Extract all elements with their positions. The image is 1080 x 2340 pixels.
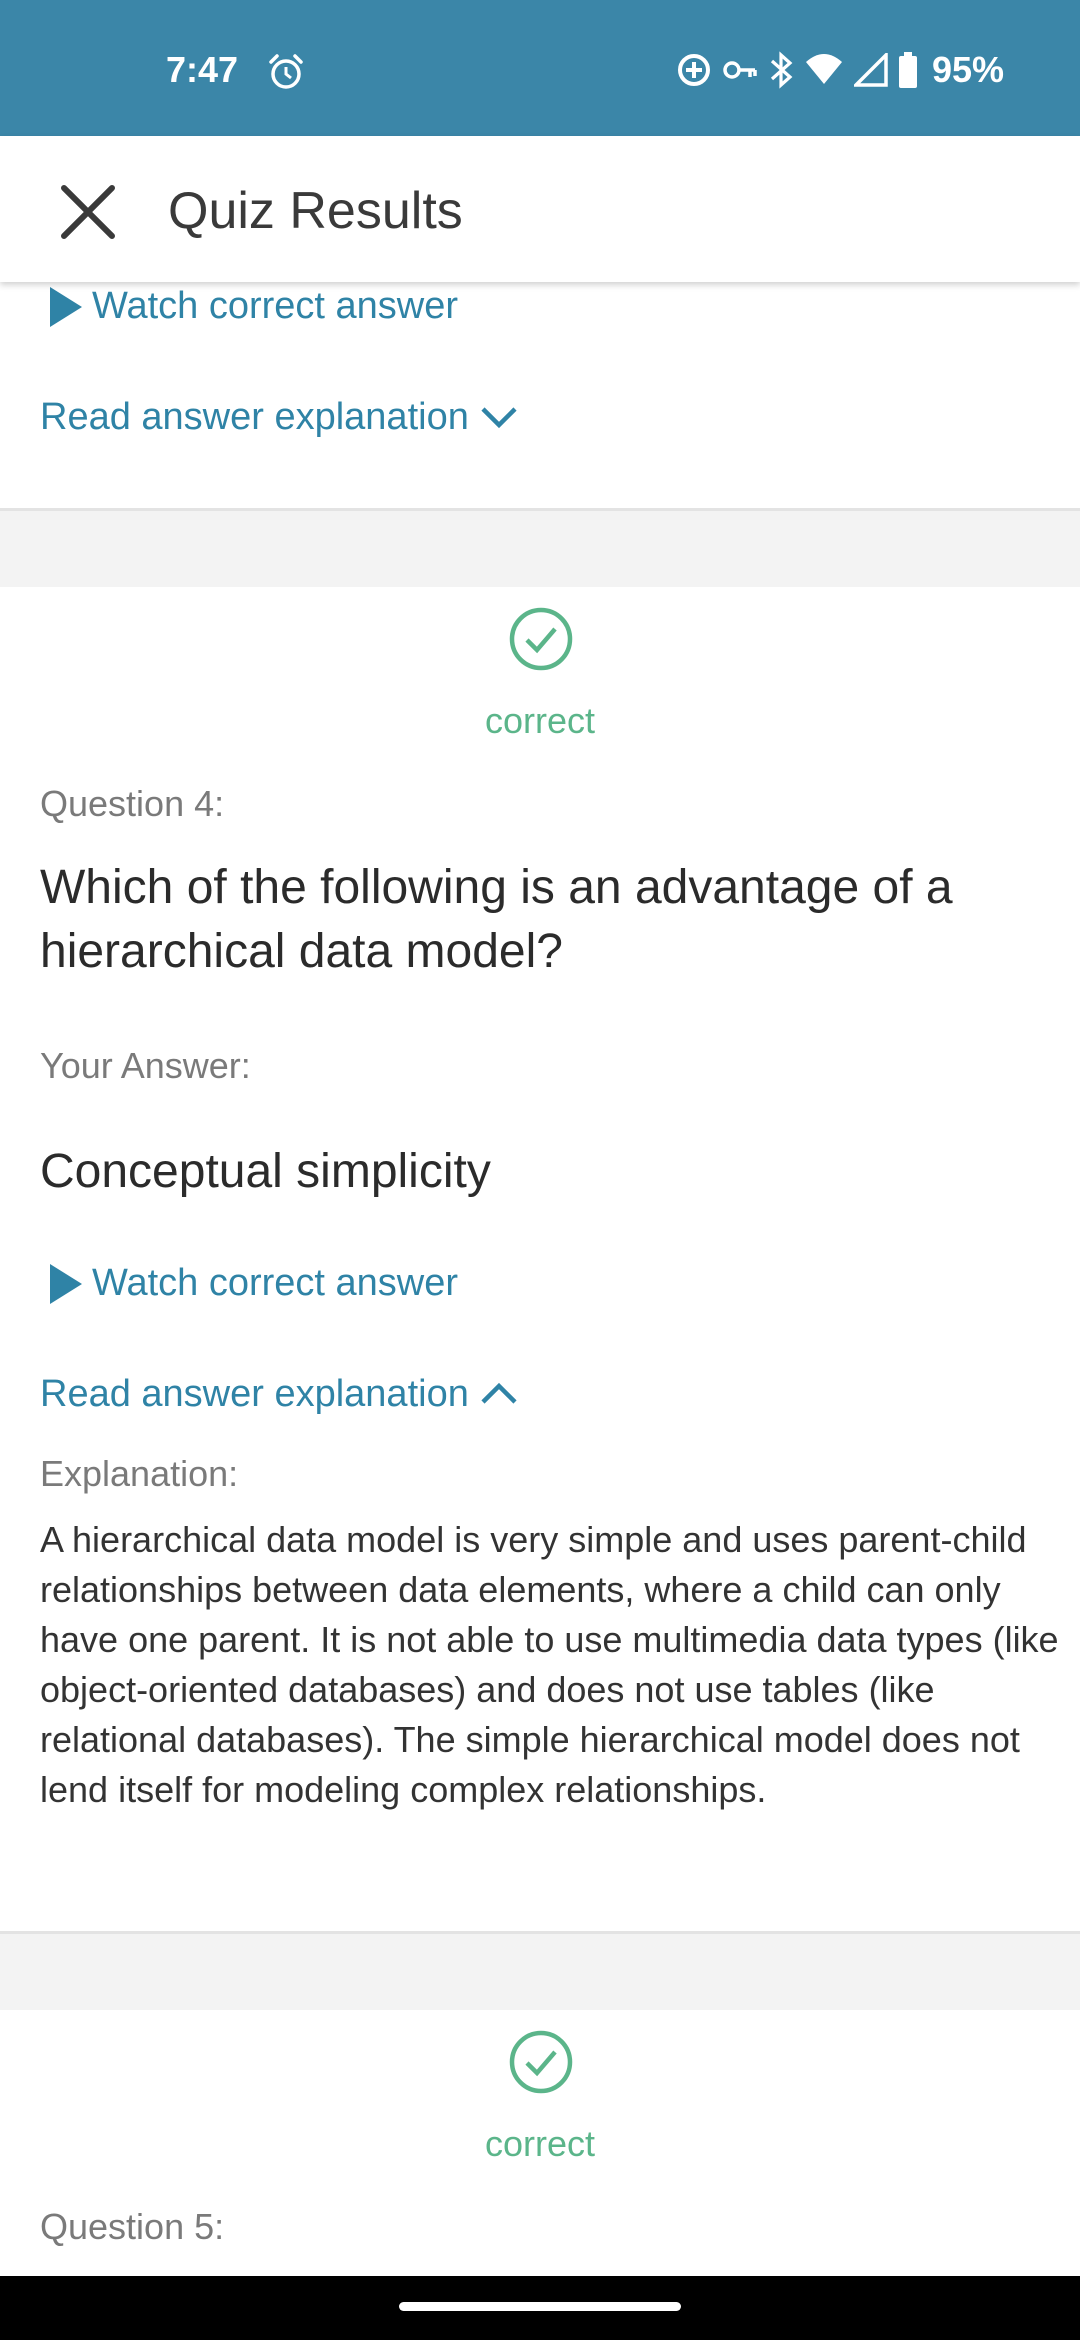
status-correct-label: correct: [484, 2123, 596, 2164]
read-answer-explanation-link[interactable]: Read answer explanation: [40, 1370, 469, 1418]
battery-percent: 95%: [931, 49, 1004, 90]
watch-correct-answer-link[interactable]: Watch correct answer: [92, 1259, 458, 1307]
vpn-key-icon: [723, 61, 757, 79]
page-title: Quiz Results: [168, 182, 463, 240]
play-icon[interactable]: [48, 287, 84, 327]
question-separator: [0, 1931, 1080, 2010]
check-circle-icon: [509, 607, 573, 671]
cell-signal-icon: [853, 53, 888, 87]
question-text: Which of the following is an advantage o…: [40, 861, 953, 978]
bluetooth-icon: [770, 51, 793, 89]
navigation-bar: [0, 2276, 1080, 2340]
check-circle-icon: [509, 2030, 573, 2094]
battery-icon: [898, 52, 917, 88]
app-bar: [0, 136, 1080, 282]
watch-correct-answer-link[interactable]: Watch correct answer: [92, 282, 458, 330]
wifi-icon: [805, 54, 842, 84]
read-answer-explanation-link[interactable]: Read answer explanation: [40, 393, 469, 441]
data-saver-icon: [677, 54, 710, 86]
your-answer-label: Your Answer:: [40, 1045, 251, 1086]
status-icons: 95%: [676, 46, 1004, 94]
play-icon[interactable]: [48, 1264, 84, 1304]
alarm-icon: [269, 54, 303, 89]
chevron-down-icon[interactable]: [480, 405, 518, 429]
close-icon[interactable]: [56, 180, 120, 244]
your-answer-text: Conceptual simplicity: [40, 1145, 491, 1198]
explanation-label: Explanation:: [40, 1453, 239, 1494]
status-time: 7:47: [166, 49, 239, 90]
status-correct-label: correct: [484, 700, 596, 741]
question-number: Question 5:: [40, 2206, 225, 2247]
home-gesture-handle[interactable]: [399, 2302, 681, 2311]
chevron-up-icon[interactable]: [480, 1382, 518, 1406]
question-number: Question 4:: [40, 783, 225, 824]
explanation-text: A hierarchical data model is very simple…: [40, 1519, 1059, 1810]
status-bar: 7:47 95%: [0, 0, 1080, 136]
question-separator: [0, 508, 1080, 587]
